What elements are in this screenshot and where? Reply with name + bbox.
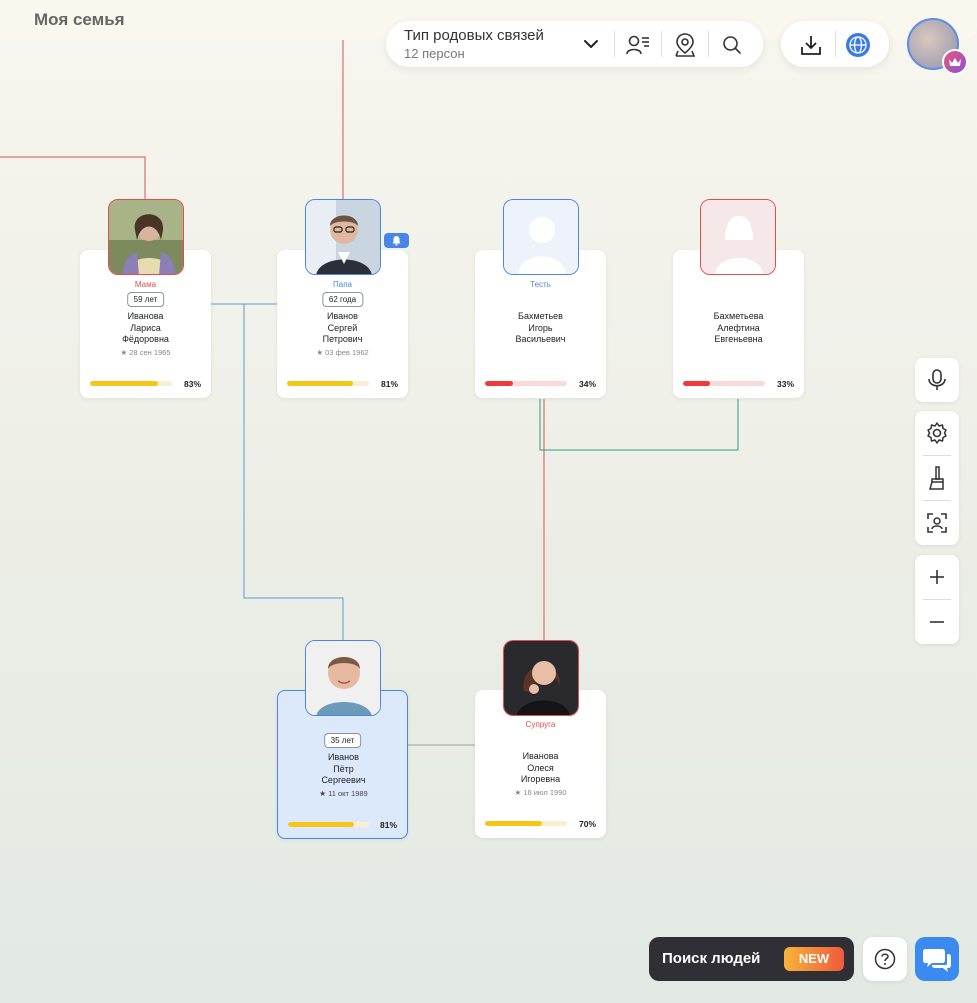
zoom-out-icon[interactable] xyxy=(915,600,959,644)
globe-icon[interactable] xyxy=(844,31,872,59)
progress-percent: 33% xyxy=(776,379,794,389)
microphone-icon[interactable] xyxy=(915,358,959,402)
person-photo[interactable] xyxy=(305,199,381,275)
progress-percent: 83% xyxy=(183,379,201,389)
age-badge: 59 лет xyxy=(126,292,165,307)
chat-icon xyxy=(923,949,951,972)
bell-icon[interactable] xyxy=(384,233,409,248)
voice-tool-group xyxy=(915,358,959,402)
birth-date: ★ 03 фев 1962 xyxy=(316,348,369,357)
person-name: Иванов Сергей Петрович xyxy=(322,311,363,344)
chevron-down-icon[interactable] xyxy=(580,33,602,55)
download-icon[interactable] xyxy=(797,31,825,59)
relation-role: Папа xyxy=(333,280,352,289)
person-name: Бахметьева Алефтина Евгеньевна xyxy=(713,311,764,344)
progress-percent: 34% xyxy=(578,379,596,389)
progress-bar xyxy=(485,381,567,386)
divider xyxy=(708,31,709,57)
birth-date: ★ 16 июл 1990 xyxy=(514,788,567,797)
relation-role: Тесть xyxy=(530,280,551,289)
person-photo[interactable] xyxy=(305,640,381,716)
progress-percent: 81% xyxy=(379,820,397,830)
face-scan-icon[interactable] xyxy=(915,501,959,545)
progress-bar xyxy=(485,821,567,826)
person-photo[interactable] xyxy=(108,199,184,275)
tree-connections xyxy=(0,40,739,746)
search-icon[interactable] xyxy=(718,31,746,59)
search-people-button[interactable]: Поиск людей NEW xyxy=(649,937,854,981)
persons-count: 12 персон xyxy=(404,46,465,61)
new-badge: NEW xyxy=(784,947,844,971)
birth-date: ★ 11 окт 1989 xyxy=(319,789,368,798)
person-list-icon[interactable] xyxy=(624,31,652,59)
progress-bar xyxy=(90,381,172,386)
age-badge: 35 лет xyxy=(323,733,362,748)
person-photo-placeholder[interactable] xyxy=(700,199,776,275)
relation-toolbar: Тип родовых связей 12 персон xyxy=(386,21,763,67)
divider xyxy=(661,31,662,57)
progress-bar xyxy=(287,381,369,386)
person-name: Иванова Олеся Игоревна xyxy=(520,751,561,784)
export-toolbar xyxy=(781,21,889,67)
divider xyxy=(835,31,836,57)
progress-percent: 81% xyxy=(380,379,398,389)
birth-date: ★ 28 сен 1965 xyxy=(120,348,171,357)
age-badge: 62 года xyxy=(321,292,364,307)
gear-icon[interactable] xyxy=(915,411,959,455)
map-pin-icon[interactable] xyxy=(671,31,699,59)
crown-icon xyxy=(942,49,968,75)
zoom-in-icon[interactable] xyxy=(915,555,959,599)
progress-percent: 70% xyxy=(578,819,596,829)
brush-icon[interactable] xyxy=(915,456,959,500)
search-people-label: Поиск людей xyxy=(662,950,761,967)
relation-type-select[interactable]: Тип родовых связей xyxy=(404,27,544,44)
progress-bar xyxy=(288,822,370,827)
chat-button[interactable] xyxy=(915,937,959,981)
divider xyxy=(614,31,615,57)
zoom-tool-group xyxy=(915,555,959,644)
help-button[interactable] xyxy=(863,937,907,981)
relation-role: Супруга xyxy=(525,720,556,729)
person-photo-placeholder[interactable] xyxy=(503,199,579,275)
person-name: Иванов Пётр Сергеевич xyxy=(321,752,366,785)
person-name: Иванова Лариса Фёдоровна xyxy=(122,311,169,344)
person-photo[interactable] xyxy=(503,640,579,716)
progress-bar xyxy=(683,381,765,386)
person-name: Бахметьев Игорь Васильевич xyxy=(515,311,566,344)
question-icon xyxy=(874,948,896,970)
relation-role: Мама xyxy=(134,280,157,289)
edit-tool-group xyxy=(915,411,959,545)
